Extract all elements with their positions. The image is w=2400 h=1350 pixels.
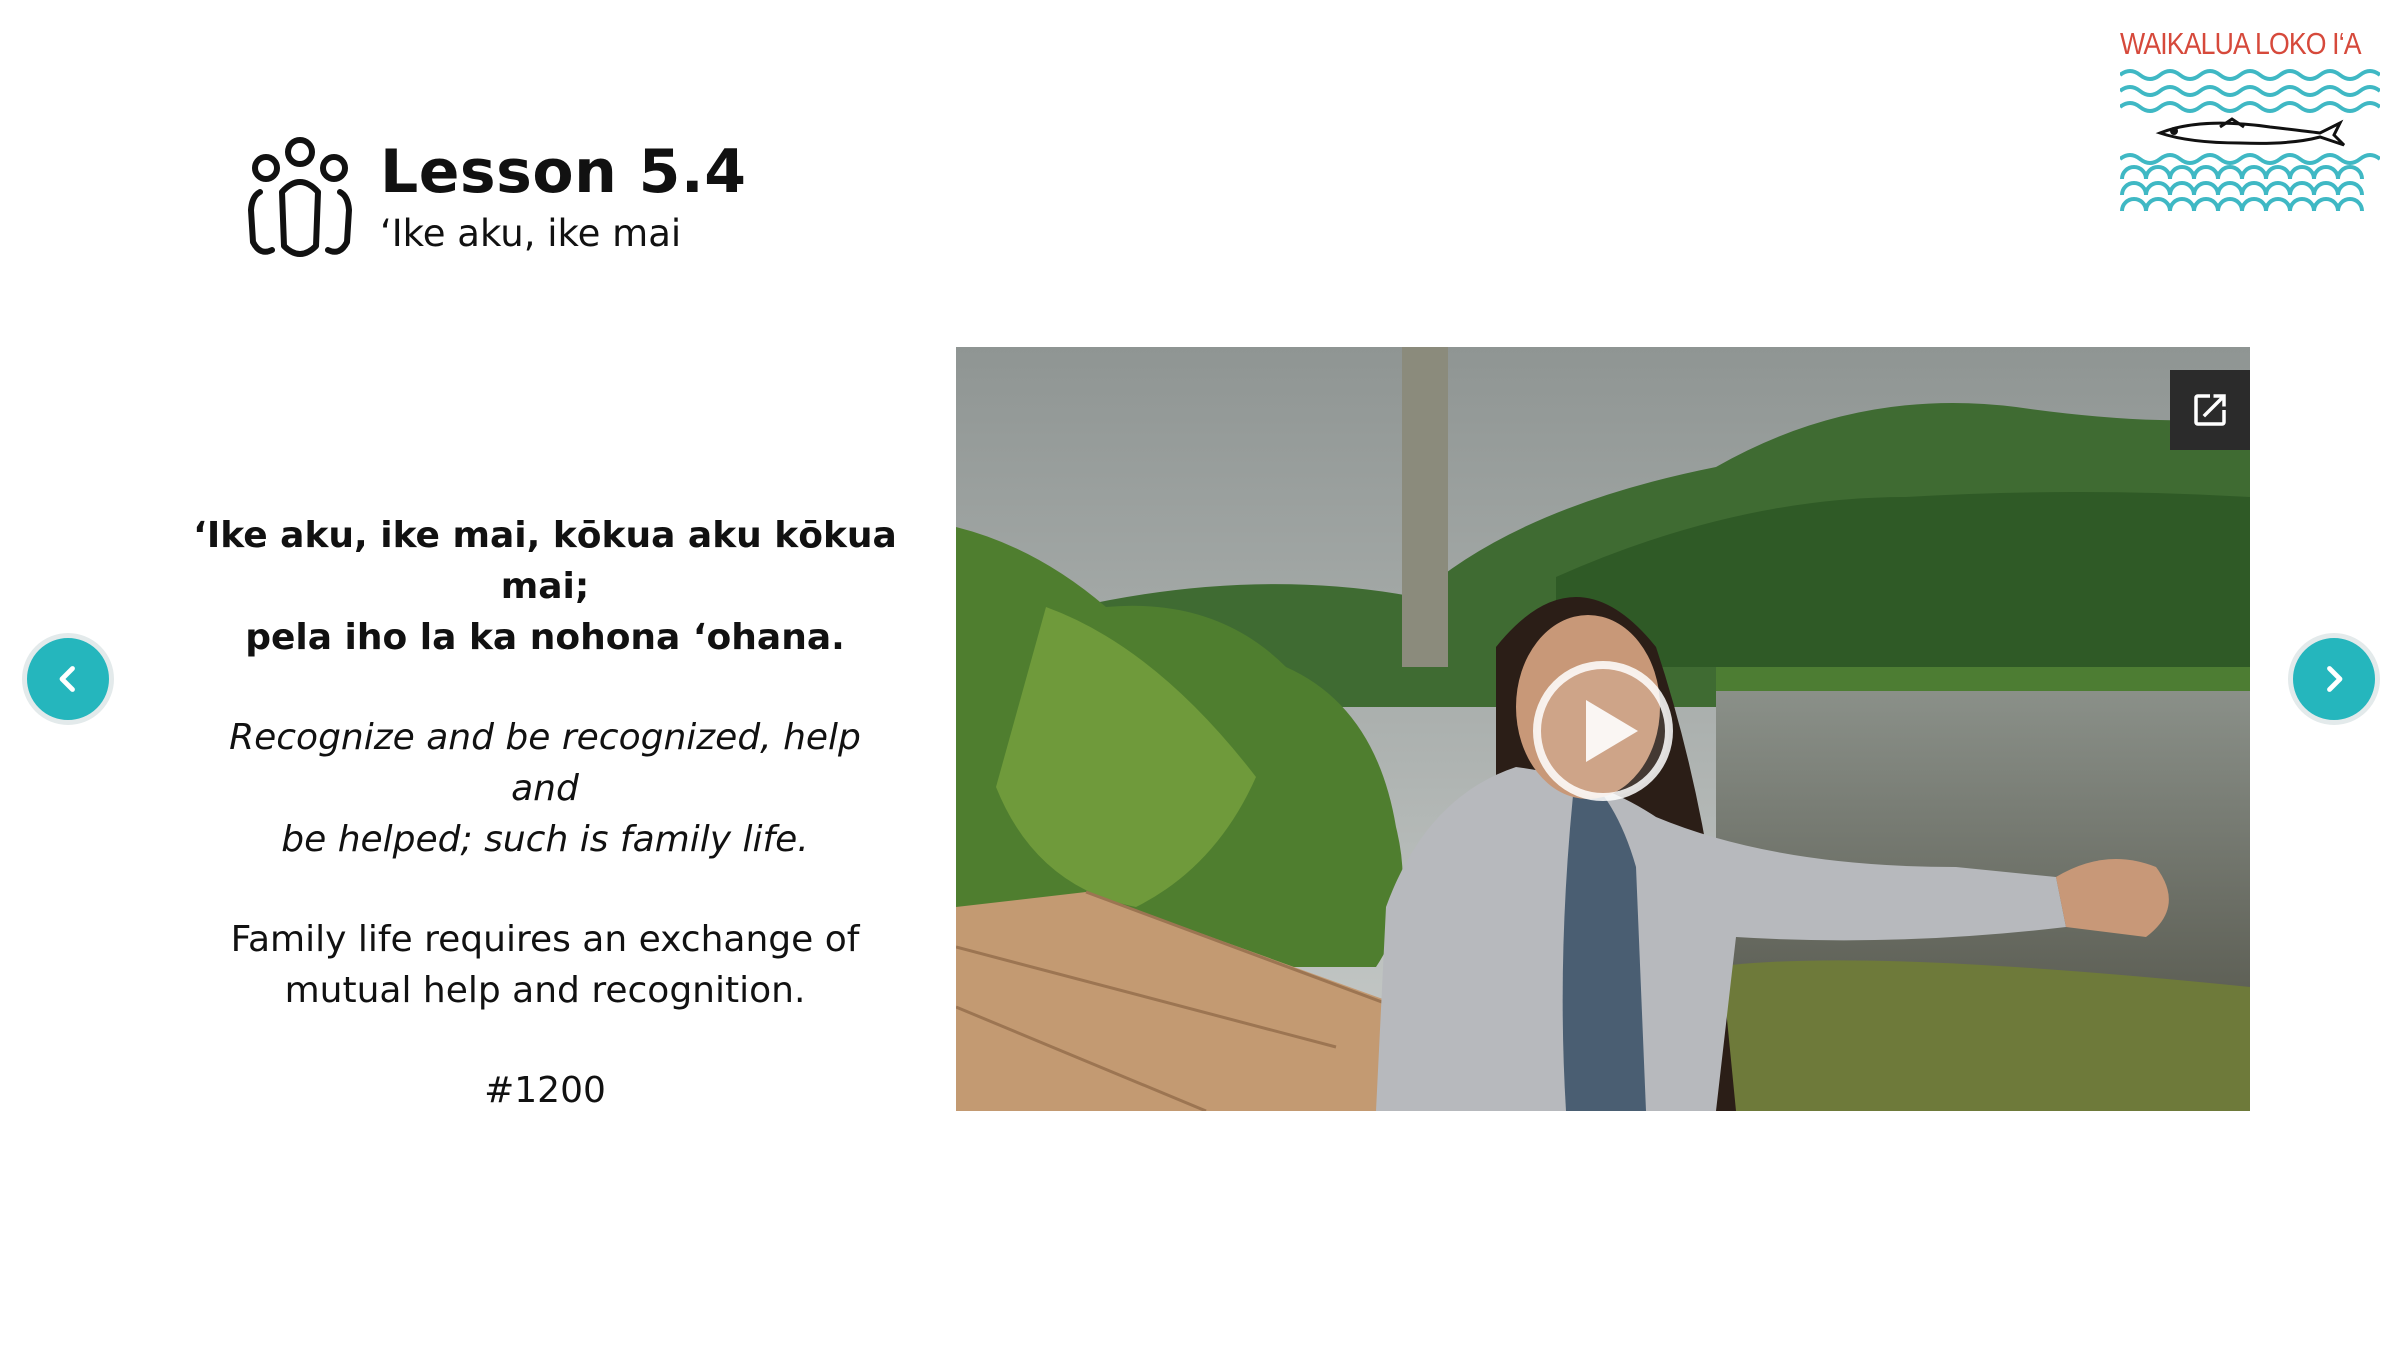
family-icon bbox=[248, 137, 352, 257]
open-in-new-icon bbox=[2194, 394, 2226, 426]
logo-waves-fish-graphic bbox=[2120, 69, 2380, 212]
proverb-meaning-line: Family life requires an exchange of bbox=[230, 919, 860, 960]
chevron-left-icon bbox=[59, 666, 75, 692]
fish-icon bbox=[2155, 117, 2346, 147]
proverb-hawaiian: ‘Ike aku, ike mai, kōkua aku kōkua mai; … bbox=[190, 510, 900, 663]
proverb-translation-line: Recognize and be recognized, help and bbox=[229, 717, 861, 809]
open-in-new-button[interactable] bbox=[2170, 370, 2250, 450]
proverb-translation-line: be helped; such is family life. bbox=[281, 819, 809, 860]
proverb-hawaiian-line: pela iho la ka nohona ‘ohana. bbox=[245, 617, 845, 658]
previous-button[interactable] bbox=[22, 633, 114, 725]
logo-text: WAIKALUA LOKO I‘A bbox=[2120, 26, 2362, 61]
video-player[interactable] bbox=[956, 347, 2250, 1111]
next-button[interactable] bbox=[2288, 633, 2380, 725]
lesson-header: Lesson 5.4 ‘Ike aku, ike mai bbox=[246, 136, 746, 262]
proverb-number: #1200 bbox=[484, 1070, 606, 1111]
waikalua-logo: WAIKALUA LOKO I‘A bbox=[2120, 28, 2385, 227]
proverb-translation: Recognize and be recognized, help and be… bbox=[190, 712, 900, 865]
lesson-title: Lesson 5.4 bbox=[380, 137, 747, 207]
proverb-block: ‘Ike aku, ike mai, kōkua aku kōkua mai; … bbox=[190, 510, 900, 1116]
chevron-right-icon bbox=[2327, 666, 2343, 692]
proverb-hawaiian-line: ‘Ike aku, ike mai, kōkua aku kōkua mai; bbox=[193, 515, 897, 607]
proverb-meaning: Family life requires an exchange of mutu… bbox=[190, 914, 900, 1016]
proverb-meaning-line: mutual help and recognition. bbox=[284, 970, 806, 1011]
play-icon[interactable] bbox=[1530, 658, 1676, 804]
lesson-subtitle: ‘Ike aku, ike mai bbox=[380, 212, 682, 255]
